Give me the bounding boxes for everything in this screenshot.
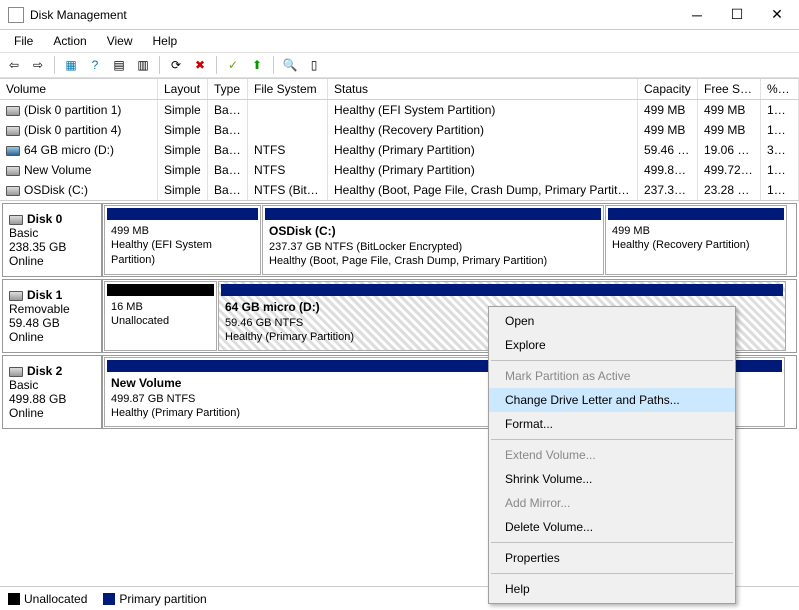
toolbar: ⇦ ⇨ ▦ ? ▤ ▥ ⟳ ✖ ✓ ⬆ 🔍 ▯ bbox=[0, 52, 799, 78]
legend-unallocated-label: Unallocated bbox=[24, 592, 87, 606]
menu-item[interactable]: Shrink Volume... bbox=[489, 467, 735, 491]
col-freespace[interactable]: Free Space bbox=[698, 79, 761, 99]
minimize-button[interactable]: ─ bbox=[677, 1, 717, 29]
menu-item[interactable]: Change Drive Letter and Paths... bbox=[489, 388, 735, 412]
volume-icon bbox=[6, 186, 20, 196]
search-icon[interactable]: 🔍 bbox=[280, 55, 300, 75]
help-icon[interactable]: ? bbox=[85, 55, 105, 75]
menu-item[interactable]: Delete Volume... bbox=[489, 515, 735, 539]
menu-action[interactable]: Action bbox=[43, 32, 96, 50]
partition[interactable]: 499 MBHealthy (EFI System Partition) bbox=[104, 205, 261, 275]
menu-separator bbox=[491, 360, 733, 361]
menu-separator bbox=[491, 573, 733, 574]
volume-row[interactable]: OSDisk (C:)SimpleBasicNTFS (BitLo...Heal… bbox=[0, 180, 799, 200]
check-icon[interactable]: ✓ bbox=[223, 55, 243, 75]
disk-info[interactable]: Disk 1Removable59.48 GBOnline bbox=[2, 279, 102, 353]
volume-row[interactable]: New VolumeSimpleBasicNTFSHealthy (Primar… bbox=[0, 160, 799, 180]
volume-icon bbox=[6, 146, 20, 156]
legend-primary-swatch bbox=[103, 593, 115, 605]
up-icon[interactable]: ⬆ bbox=[247, 55, 267, 75]
volume-icon bbox=[6, 106, 20, 116]
back-icon[interactable]: ⇦ bbox=[4, 55, 24, 75]
context-menu: OpenExplore Mark Partition as ActiveChang… bbox=[488, 306, 736, 604]
col-pctfree[interactable]: % Free bbox=[761, 79, 799, 99]
col-layout[interactable]: Layout bbox=[158, 79, 208, 99]
col-capacity[interactable]: Capacity bbox=[638, 79, 698, 99]
menu-view[interactable]: View bbox=[97, 32, 143, 50]
volume-row[interactable]: 64 GB micro (D:)SimpleBasicNTFSHealthy (… bbox=[0, 140, 799, 160]
partition[interactable]: 499 MBHealthy (Recovery Partition) bbox=[605, 205, 787, 275]
column-headers: Volume Layout Type File System Status Ca… bbox=[0, 78, 799, 100]
menu-help[interactable]: Help bbox=[143, 32, 188, 50]
disk-icon bbox=[9, 215, 23, 225]
disk-icon bbox=[9, 291, 23, 301]
col-filesystem[interactable]: File System bbox=[248, 79, 328, 99]
calendar-icon[interactable]: ▥ bbox=[133, 55, 153, 75]
menu-file[interactable]: File bbox=[4, 32, 43, 50]
tag-icon[interactable]: ▯ bbox=[304, 55, 324, 75]
disk-info[interactable]: Disk 0Basic238.35 GBOnline bbox=[2, 203, 102, 277]
menu-separator bbox=[491, 542, 733, 543]
menubar: File Action View Help bbox=[0, 30, 799, 52]
titlebar: Disk Management ─ ☐ ✕ bbox=[0, 0, 799, 30]
maximize-button[interactable]: ☐ bbox=[717, 1, 757, 29]
legend-primary-label: Primary partition bbox=[119, 592, 206, 606]
view-icon[interactable]: ▦ bbox=[61, 55, 81, 75]
forward-icon[interactable]: ⇨ bbox=[28, 55, 48, 75]
col-volume[interactable]: Volume bbox=[0, 79, 158, 99]
menu-separator bbox=[491, 439, 733, 440]
menu-item[interactable]: Format... bbox=[489, 412, 735, 436]
unallocated-space[interactable]: 16 MBUnallocated bbox=[104, 281, 217, 351]
col-status[interactable]: Status bbox=[328, 79, 638, 99]
disk-info[interactable]: Disk 2Basic499.88 GBOnline bbox=[2, 355, 102, 429]
refresh-icon[interactable]: ⟳ bbox=[166, 55, 186, 75]
menu-item: Mark Partition as Active bbox=[489, 364, 735, 388]
volume-list: Volume Layout Type File System Status Ca… bbox=[0, 78, 799, 201]
disk-icon bbox=[9, 367, 23, 377]
volume-row[interactable]: (Disk 0 partition 1)SimpleBasicHealthy (… bbox=[0, 100, 799, 120]
menu-item[interactable]: Open bbox=[489, 309, 735, 333]
disk-row: Disk 0Basic238.35 GBOnline499 MBHealthy … bbox=[2, 203, 797, 277]
partition[interactable]: OSDisk (C:)237.37 GB NTFS (BitLocker Enc… bbox=[262, 205, 604, 275]
properties-icon[interactable]: ▤ bbox=[109, 55, 129, 75]
col-type[interactable]: Type bbox=[208, 79, 248, 99]
legend-unallocated-swatch bbox=[8, 593, 20, 605]
volume-icon bbox=[6, 126, 20, 136]
menu-item[interactable]: Explore bbox=[489, 333, 735, 357]
close-button[interactable]: ✕ bbox=[757, 1, 797, 29]
volume-icon bbox=[6, 166, 20, 176]
menu-item[interactable]: Properties bbox=[489, 546, 735, 570]
app-icon bbox=[8, 7, 24, 23]
delete-icon[interactable]: ✖ bbox=[190, 55, 210, 75]
menu-item: Extend Volume... bbox=[489, 443, 735, 467]
menu-item[interactable]: Help bbox=[489, 577, 735, 601]
volume-row[interactable]: (Disk 0 partition 4)SimpleBasicHealthy (… bbox=[0, 120, 799, 140]
menu-item: Add Mirror... bbox=[489, 491, 735, 515]
window-title: Disk Management bbox=[30, 8, 677, 22]
